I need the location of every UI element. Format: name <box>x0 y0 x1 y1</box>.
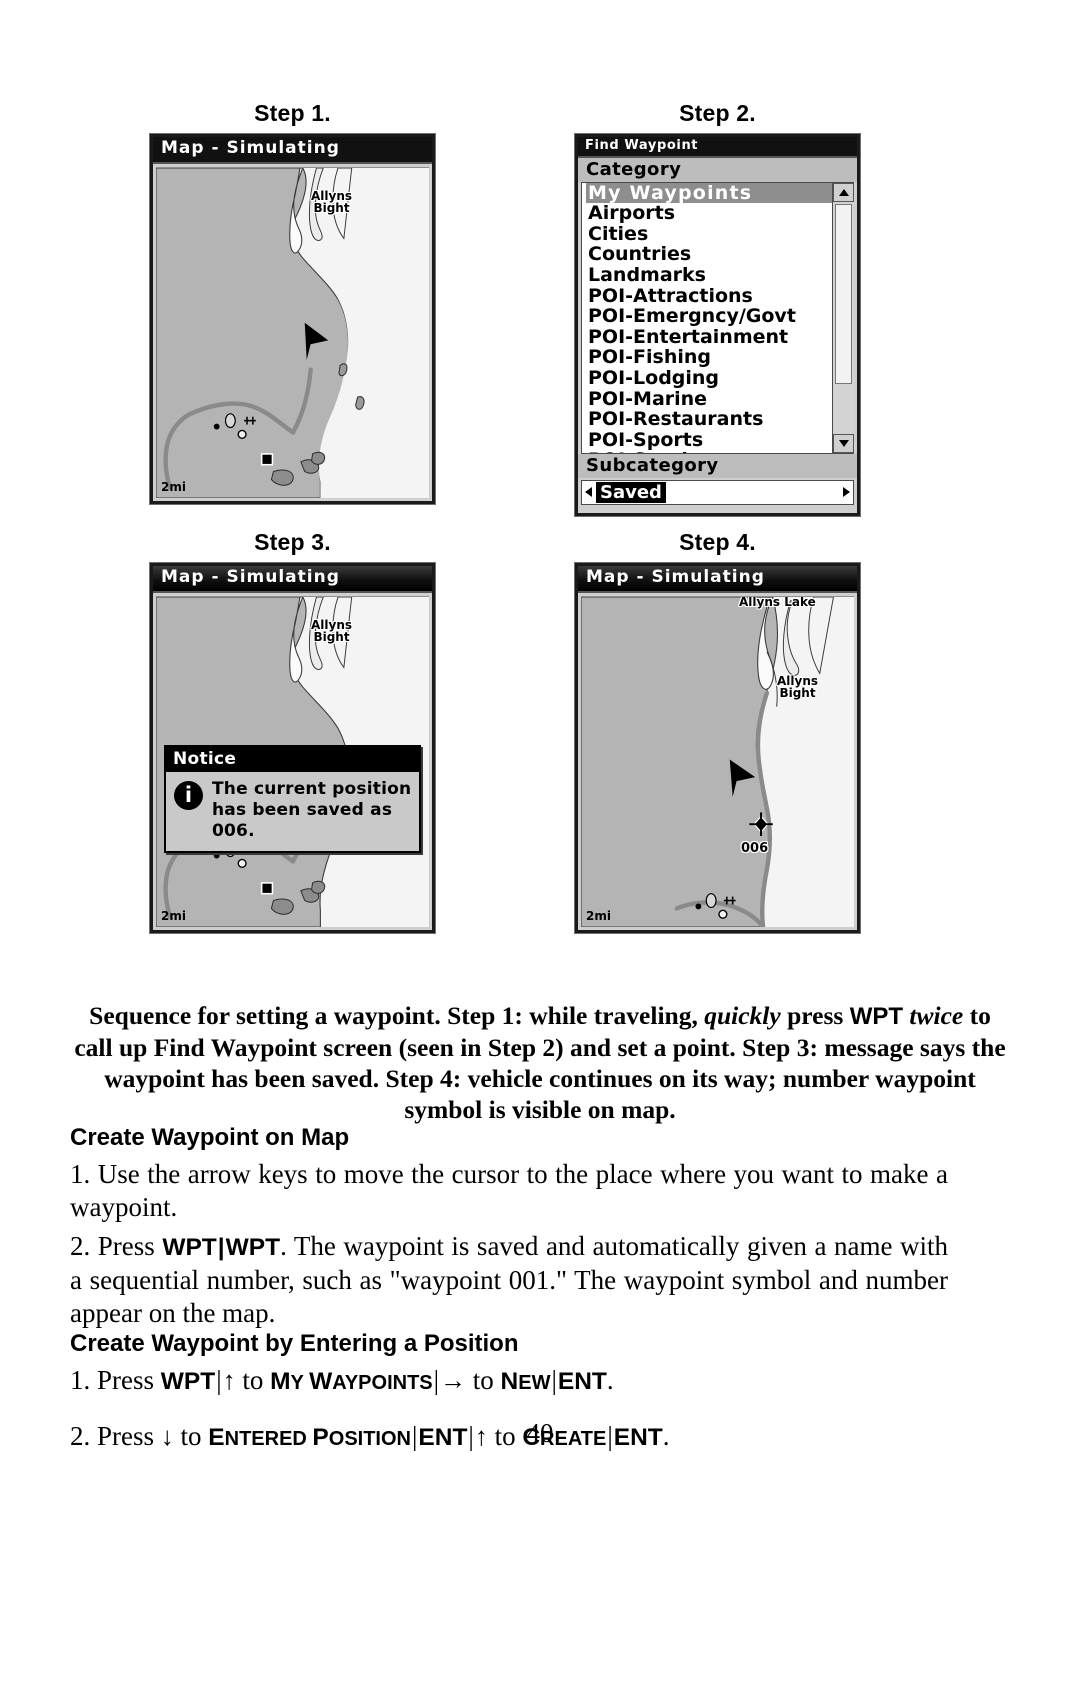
manual-page: Step 1. Map - Simulating Allyns Bight 2m… <box>0 0 1080 1682</box>
pos1-up-arrow-icon: ↑ <box>222 1366 236 1395</box>
find-waypoint-title-bar: Find Waypoint <box>578 137 857 158</box>
subcategory-prev-arrow-icon[interactable] <box>585 487 592 498</box>
category-item-poi-entertainment[interactable]: POI-Entertainment <box>586 327 832 348</box>
info-icon: i <box>174 781 203 810</box>
figure-caption: Sequence for setting a waypoint. Step 1:… <box>72 1000 1008 1125</box>
device-screen-step-4: Map - Simulating Allyns Lake Allyns Bigh… <box>575 563 860 933</box>
category-item-landmarks[interactable]: Landmarks <box>586 265 832 286</box>
map-label-allyns-lake: Allyns Lake <box>739 596 816 609</box>
category-item-poi-fishing[interactable]: POI-Fishing <box>586 347 832 368</box>
step-4-label: Step 4. <box>679 529 756 555</box>
category-item-my-waypoints[interactable]: My Waypoints <box>586 182 832 204</box>
heading-create-waypoint-on-map: Create Waypoint on Map <box>70 1124 350 1151</box>
map-scale-step-1: 2mi <box>161 480 186 494</box>
pos1-end: . <box>606 1365 614 1395</box>
figure-row-top: Step 1. Map - Simulating Allyns Bight 2m… <box>150 100 860 516</box>
category-item-poi-sports[interactable]: POI-Sports <box>586 430 832 451</box>
map-label-allyns-bight-3: Allyns Bight <box>311 618 353 645</box>
device-screen-step-1: Map - Simulating Allyns Bight 2mi <box>150 134 435 504</box>
category-item-poi-emergency-govt[interactable]: POI-Emergncy/Govt <box>586 306 832 327</box>
map-graphic-step-1 <box>156 168 429 498</box>
page-number: 40 <box>526 1418 554 1448</box>
para2-key-wpt-2: WPT <box>225 1234 281 1261</box>
pos1-to-1: to <box>235 1365 271 1395</box>
notice-dialog: Notice i The current position has been s… <box>164 745 421 853</box>
map-title-bar-step-4: Map - Simulating <box>578 566 857 593</box>
map-scale-step-3: 2mi <box>161 909 186 923</box>
step-line-position-1: 1. Press WPT|↑ to MY WAYPOINTS|→ to NEW|… <box>70 1365 614 1395</box>
pos1-to-2: to <box>466 1365 501 1395</box>
map-canvas-step-1: Allyns Bight 2mi <box>156 167 429 498</box>
subcategory-header: Subcategory <box>578 453 857 478</box>
paragraph-create-on-map-1: 1. Use the arrow keys to move the cursor… <box>70 1159 948 1222</box>
subcategory-next-arrow-icon[interactable] <box>843 487 850 498</box>
scrollbar-thumb[interactable] <box>835 203 852 384</box>
device-screen-step-2: Find Waypoint Category My Waypoints Airp… <box>575 134 860 516</box>
category-item-airports[interactable]: Airports <box>586 203 832 224</box>
figure-step-3: Step 3. Map - Simulating Allyns Bight No… <box>150 529 435 933</box>
caption-part-1: Sequence for setting a waypoint. Step 1:… <box>89 1001 705 1030</box>
category-list-items: My Waypoints Airports Cities Countries L… <box>582 182 832 453</box>
notice-dialog-body: i The current position has been saved as… <box>166 772 419 851</box>
category-item-poi-services[interactable]: POI-Services <box>586 450 832 452</box>
map-label-allyns-bight-4: Allyns Bight <box>777 674 819 701</box>
step-1-label: Step 1. <box>254 100 331 126</box>
map-canvas-step-4: Allyns Lake Allyns Bight 006 2mi <box>581 596 854 927</box>
figure-step-4: Step 4. Map - Simulating Allyns Lake All… <box>575 529 860 933</box>
subcategory-value: Saved <box>596 481 666 503</box>
category-item-poi-lodging[interactable]: POI-Lodging <box>586 368 832 389</box>
map-title-bar-step-3: Map - Simulating <box>153 566 432 593</box>
map-scale-step-4: 2mi <box>586 909 611 923</box>
caption-key-wpt: WPT <box>849 1003 904 1030</box>
map-canvas-step-3: Allyns Bight Notice i The current positi… <box>156 596 429 927</box>
step-3-label: Step 3. <box>254 529 331 555</box>
caption-part-2: press <box>780 1001 850 1030</box>
caption-quickly: quickly <box>704 1001 781 1030</box>
scroll-up-arrow-icon[interactable] <box>833 182 854 202</box>
notice-dialog-text: The current position has been saved as 0… <box>212 779 412 841</box>
category-item-poi-marine[interactable]: POI-Marine <box>586 388 832 410</box>
pos1-key-ent: ENT <box>557 1368 607 1395</box>
para2-lead: 2. Press <box>70 1231 163 1261</box>
paragraph-create-on-map-2: 2. Press WPT|WPT. The waypoint is saved … <box>70 1230 948 1330</box>
pos1-right-arrow-icon: → <box>440 1366 467 1395</box>
para2-key-wpt-1: WPT <box>162 1234 217 1261</box>
category-scrollbar[interactable] <box>832 182 854 453</box>
category-list[interactable]: My Waypoints Airports Cities Countries L… <box>581 181 854 454</box>
figure-step-2: Step 2. Find Waypoint Category My Waypoi… <box>575 100 860 516</box>
pos1-my-waypoints: MY WAYPOINTS <box>270 1368 433 1395</box>
notice-dialog-title: Notice <box>166 747 419 772</box>
category-item-poi-restaurants[interactable]: POI-Restaurants <box>586 409 832 430</box>
figure-step-1: Step 1. Map - Simulating Allyns Bight 2m… <box>150 100 435 516</box>
category-item-poi-attractions[interactable]: POI-Attractions <box>586 286 832 307</box>
para2-separator: | <box>217 1234 225 1261</box>
heading-create-waypoint-by-position: Create Waypoint by Entering a Position <box>70 1330 519 1357</box>
pos1-lead: 1. Press <box>70 1365 161 1395</box>
caption-twice: twice <box>903 1001 964 1030</box>
scroll-down-arrow-icon[interactable] <box>833 433 854 453</box>
waypoint-number-label: 006 <box>741 841 769 856</box>
map-title-bar-step-1: Map - Simulating <box>153 137 432 164</box>
figure-row-bottom: Step 3. Map - Simulating Allyns Bight No… <box>150 529 860 933</box>
category-header: Category <box>578 157 857 182</box>
step-2-label: Step 2. <box>679 100 756 126</box>
pos1-new: NEW <box>500 1368 551 1395</box>
device-screen-step-3: Map - Simulating Allyns Bight Notice i T… <box>150 563 435 933</box>
map-graphic-step-4 <box>581 597 854 927</box>
category-item-cities[interactable]: Cities <box>586 224 832 245</box>
category-item-countries[interactable]: Countries <box>586 244 832 265</box>
subcategory-selector[interactable]: Saved <box>581 479 854 505</box>
pos1-key-wpt: WPT <box>160 1368 216 1395</box>
figure-grid: Step 1. Map - Simulating Allyns Bight 2m… <box>150 100 860 933</box>
map-label-allyns-bight-1: Allyns Bight <box>311 189 353 216</box>
